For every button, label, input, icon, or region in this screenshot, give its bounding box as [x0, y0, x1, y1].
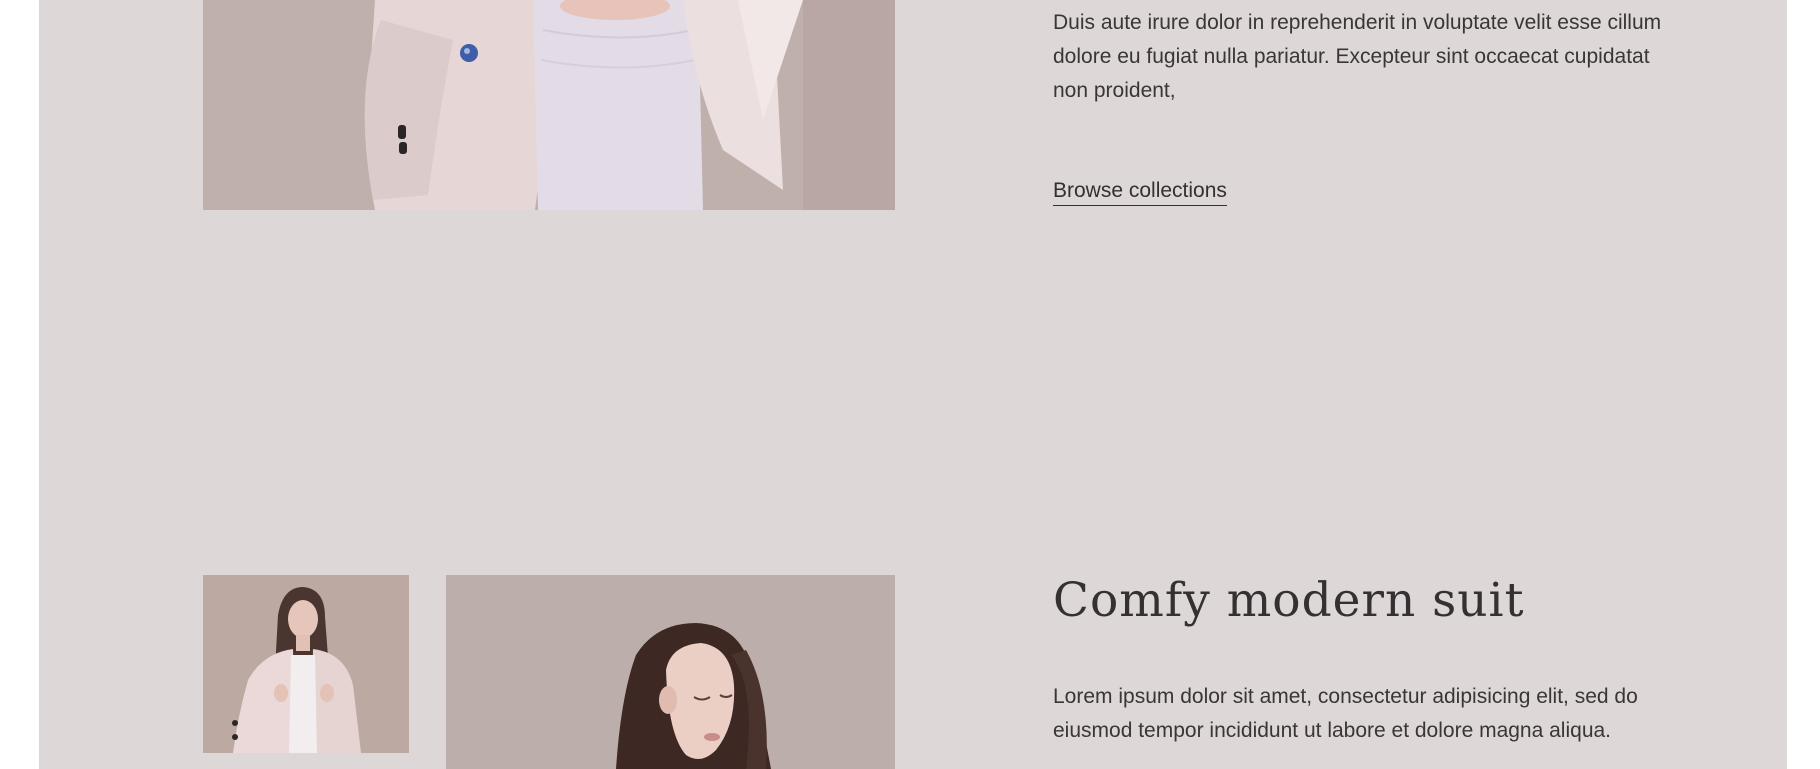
model-main-photo	[446, 575, 895, 769]
page-section: Duis aute irure dolor in reprehenderit i…	[39, 0, 1787, 769]
feature-description: Duis aute irure dolor in reprehenderit i…	[1053, 6, 1663, 108]
feature-description-text: Duis aute irure dolor in reprehenderit i…	[1053, 11, 1662, 102]
model-thumbnail-photo[interactable]	[203, 575, 409, 753]
browse-collections-link[interactable]: Browse collections	[1053, 178, 1227, 206]
section-title: Comfy modern suit	[1053, 573, 1525, 628]
section-description-text: Lorem ipsum dolor sit amet, consectetur …	[1053, 685, 1638, 742]
suit-jacket-photo	[203, 0, 895, 210]
section-description: Lorem ipsum dolor sit amet, consectetur …	[1053, 680, 1673, 748]
